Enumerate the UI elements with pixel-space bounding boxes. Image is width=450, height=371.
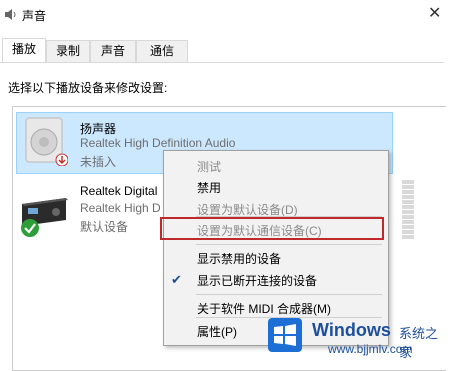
device-description: Realtek High D xyxy=(80,201,161,215)
menu-item-show-disconnected[interactable]: 显示已断开连接的设备 xyxy=(197,272,317,289)
menu-item-disable[interactable]: 禁用 xyxy=(197,179,221,196)
tab-playback[interactable]: 播放 xyxy=(2,38,46,62)
checkmark-icon: ✔ xyxy=(171,272,182,287)
menu-item-show-disabled[interactable]: 显示禁用的设备 xyxy=(197,250,281,267)
tab-recording[interactable]: 录制 xyxy=(46,40,90,62)
device-status: 未插入 xyxy=(80,155,117,169)
menu-separator xyxy=(196,244,382,245)
window-title: 声音 xyxy=(22,9,47,23)
tab-sounds[interactable]: 声音 xyxy=(90,40,136,62)
device-name: Realtek Digital xyxy=(80,184,158,198)
device-status: 默认设备 xyxy=(80,220,129,234)
device-name: 扬声器 xyxy=(80,122,117,136)
receiver-icon xyxy=(21,198,68,237)
menu-item-properties[interactable]: 属性(P) xyxy=(197,323,237,340)
tab-communications[interactable]: 通信 xyxy=(136,40,188,62)
menu-separator xyxy=(196,294,382,295)
close-icon[interactable]: ✕ xyxy=(428,6,441,22)
tab-bar: 播放 录制 声音 通信 xyxy=(0,38,450,62)
menu-item-about-midi[interactable]: 关于软件 MIDI 合成器(M) xyxy=(197,300,331,317)
volume-meter xyxy=(402,180,414,240)
title-bar: 声音 ✕ xyxy=(0,0,450,30)
watermark-url: www.bjjmlv.com xyxy=(328,342,413,356)
windows-logo-icon xyxy=(268,318,302,352)
device-description: Realtek High Definition Audio xyxy=(80,136,236,150)
highlight-box xyxy=(160,217,384,240)
speaker-app-icon xyxy=(5,9,16,20)
instruction-text: 选择以下播放设备来修改设置: xyxy=(8,81,168,95)
speaker-icon xyxy=(25,117,68,166)
watermark-title: Windows xyxy=(312,320,391,340)
menu-item-test[interactable]: 测试 xyxy=(197,158,221,175)
